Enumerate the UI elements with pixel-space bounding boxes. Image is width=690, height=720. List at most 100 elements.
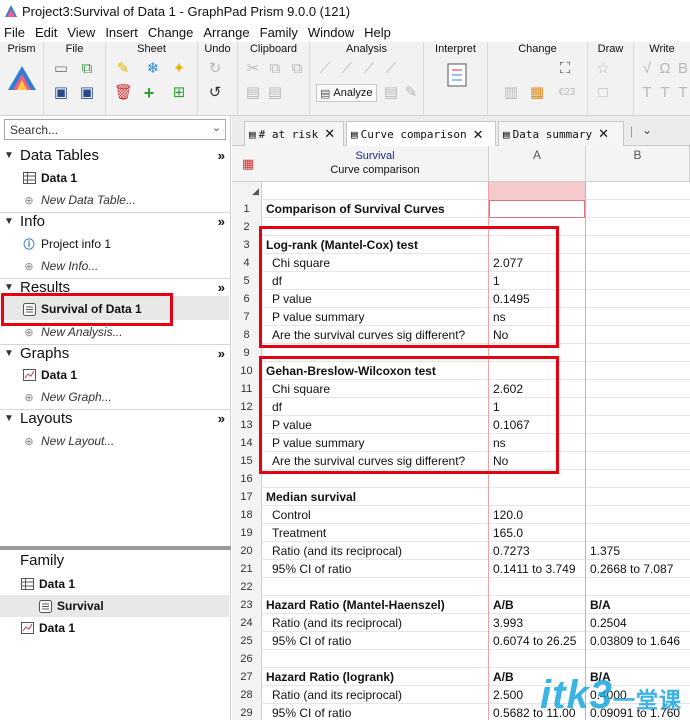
nav-new-graph[interactable]: ⊕ New Graph...	[22, 387, 111, 407]
regression-icon[interactable]: ⟋	[338, 60, 356, 78]
nav-new-layout[interactable]: ⊕ New Layout...	[22, 431, 114, 451]
nav-item-data-1[interactable]: Data 1	[22, 168, 77, 188]
row-number[interactable]: 5	[232, 272, 262, 290]
section-graphs[interactable]: ▼ Graphs »	[0, 342, 231, 364]
nav-item-graph-data-1[interactable]: Data 1	[22, 365, 77, 385]
row-title[interactable]: Hazard Ratio (logrank)	[263, 668, 488, 686]
cell-b[interactable]	[586, 218, 686, 236]
symbol-omega-icon[interactable]: Ω	[656, 60, 674, 78]
nav-new-data-table[interactable]: ⊕ New Data Table...	[22, 190, 136, 210]
row-number[interactable]: 12	[232, 398, 262, 416]
cell-b[interactable]	[586, 650, 686, 668]
row-number[interactable]: 14	[232, 434, 262, 452]
insert-sheet-icon[interactable]: ⊞	[170, 84, 188, 102]
row-number[interactable]: 25	[232, 632, 262, 650]
more-icon[interactable]: »	[218, 280, 225, 295]
row-number[interactable]: 21	[232, 560, 262, 578]
row-number[interactable]: 9	[232, 344, 262, 362]
family-item-graph-data-1[interactable]: Data 1	[20, 618, 75, 638]
cell-b[interactable]	[586, 398, 686, 416]
nav-new-info[interactable]: ⊕ New Info...	[22, 256, 98, 276]
magic-wand-icon[interactable]: ✦	[170, 60, 188, 78]
tab-data-summary[interactable]: ▤ Data summary ✕	[498, 121, 624, 146]
recent-analysis-icon[interactable]: ▤	[382, 84, 400, 102]
close-icon[interactable]: ✕	[473, 127, 484, 143]
analyze-button[interactable]: ▤ Analyze	[316, 84, 377, 102]
add-sheet-icon[interactable]: +	[140, 84, 158, 102]
tab-overflow-chevron-icon[interactable]: ⌄	[642, 123, 652, 137]
text-subscript-icon[interactable]: T	[674, 84, 690, 102]
chevron-down-icon[interactable]: ⌄	[212, 121, 221, 134]
close-icon[interactable]: ✕	[324, 126, 335, 142]
row-number[interactable]: 22	[232, 578, 262, 596]
menu-change[interactable]: Change	[148, 25, 194, 40]
row-title[interactable]	[263, 578, 488, 596]
cell-a[interactable]: 3.993	[489, 614, 585, 632]
cell-b[interactable]	[586, 254, 686, 272]
freeze-icon[interactable]: ❄	[144, 60, 162, 78]
cell-b[interactable]	[586, 272, 686, 290]
cell-b[interactable]	[586, 380, 686, 398]
column-title-cell-a[interactable]	[489, 182, 586, 200]
tab-at-risk[interactable]: ▤ # at risk ✕	[244, 121, 344, 146]
row-number[interactable]: 16	[232, 470, 262, 488]
cell-b[interactable]	[586, 290, 686, 308]
row-number[interactable]: 2	[232, 218, 262, 236]
paste-link-icon[interactable]: ▤	[266, 84, 284, 102]
cell-b[interactable]: 0.2504	[586, 614, 686, 632]
open-file-icon[interactable]: ⧉	[78, 60, 96, 78]
cell-b[interactable]	[586, 470, 686, 488]
collapse-triangle-icon[interactable]: ▼	[2, 413, 16, 424]
row-number[interactable]: 4	[232, 254, 262, 272]
menu-file[interactable]: File	[4, 25, 25, 40]
row-title[interactable]: Median survival	[263, 488, 488, 506]
row-title[interactable]: Treatment	[263, 524, 488, 542]
row-title[interactable]: Control	[263, 506, 488, 524]
navigator-search-input[interactable]: Search... ⌄	[4, 119, 226, 140]
menu-arrange[interactable]: Arrange	[203, 25, 249, 40]
row-title[interactable]: Ratio (and its reciprocal)	[263, 542, 488, 560]
menu-edit[interactable]: Edit	[35, 25, 57, 40]
cell-a[interactable]	[489, 488, 585, 506]
cell-b[interactable]	[586, 434, 686, 452]
draw-shape-icon[interactable]: ☆	[594, 60, 612, 78]
cell-b[interactable]	[586, 488, 686, 506]
transform-icon[interactable]: ⟋	[382, 60, 400, 78]
cell-b[interactable]	[586, 452, 686, 470]
row-title[interactable]: Comparison of Survival Curves	[263, 200, 488, 218]
close-icon[interactable]: ✕	[598, 126, 609, 142]
row-number[interactable]: 29	[232, 704, 262, 720]
section-data-tables[interactable]: ▼ Data Tables »	[0, 144, 231, 166]
row-number[interactable]: 26	[232, 650, 262, 668]
row-number[interactable]: 1	[232, 200, 262, 218]
cell-b[interactable]	[586, 506, 686, 524]
more-icon[interactable]: »	[218, 346, 225, 361]
cell-a[interactable]: 165.0	[489, 524, 585, 542]
cell-a[interactable]: 0.7273	[489, 542, 585, 560]
row-number[interactable]: 28	[232, 686, 262, 704]
more-icon[interactable]: »	[218, 148, 225, 163]
nav-new-analysis[interactable]: ⊕ New Analysis...	[22, 322, 122, 342]
curve-fit-icon[interactable]: ⟋	[360, 60, 378, 78]
cell-a[interactable]	[489, 578, 585, 596]
family-item-data-1[interactable]: Data 1	[20, 574, 75, 594]
interpret-checklist-icon[interactable]	[446, 62, 468, 88]
cell-b[interactable]	[586, 416, 686, 434]
row-title[interactable]	[263, 650, 488, 668]
cell-a[interactable]: 0.6074 to 26.25	[489, 632, 585, 650]
tab-curve-comparison[interactable]: ▤ Curve comparison ✕	[346, 121, 496, 147]
undo-icon[interactable]: ↺	[206, 84, 224, 102]
more-icon[interactable]: »	[218, 214, 225, 229]
highlight-pen-icon[interactable]: ✎	[114, 60, 132, 78]
row-number[interactable]: 23	[232, 596, 262, 614]
column-header-b[interactable]: B	[586, 146, 690, 182]
section-layouts[interactable]: ▼ Layouts »	[0, 407, 231, 429]
draw-rect-icon[interactable]: □	[594, 84, 612, 102]
save-icon[interactable]: ▣	[52, 84, 70, 102]
cell-b[interactable]	[586, 200, 686, 218]
cell-b[interactable]: 0.2668 to 7.087	[586, 560, 686, 578]
cell-b[interactable]	[586, 578, 686, 596]
row-number[interactable]: 8	[232, 326, 262, 344]
paste-icon[interactable]: ▤	[244, 84, 262, 102]
save-as-icon[interactable]: ▣	[78, 84, 96, 102]
